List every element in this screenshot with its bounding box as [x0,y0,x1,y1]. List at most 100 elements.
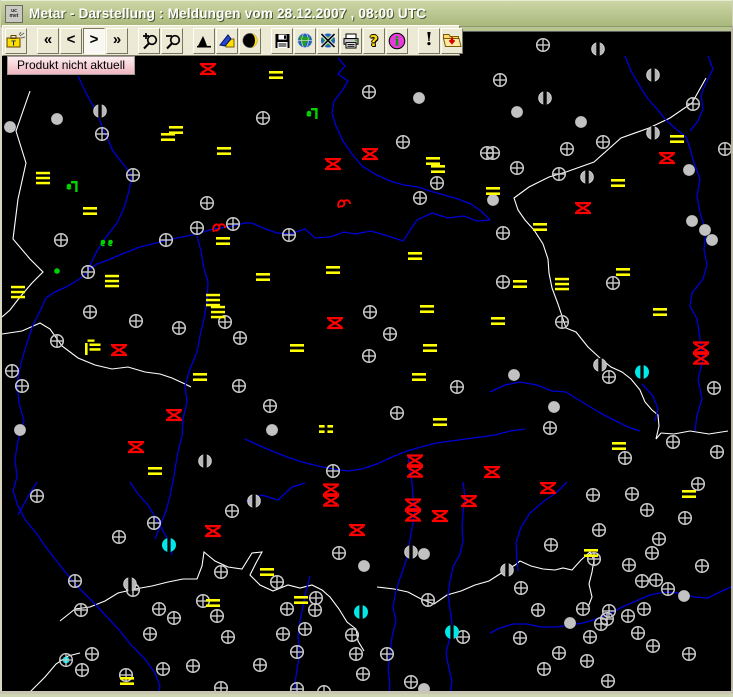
river [245,213,490,241]
globe-off-button[interactable] [317,28,339,54]
overcast-symbol [686,215,698,227]
station-circle-symbol [264,400,277,413]
obscured-station-symbol [94,104,107,118]
window-frame-left [0,25,2,691]
station-circle-symbol [222,631,235,644]
fog-symbol [11,286,25,299]
info-button[interactable]: i [386,28,408,54]
zoom-in-button[interactable] [138,28,160,54]
river [516,482,567,571]
special-report-small-symbol [60,654,73,667]
station-circle-symbol [291,646,304,659]
obscured-station-symbol [539,91,552,105]
station-circle-symbol [281,603,294,616]
station-circle-symbol [271,576,284,589]
prev-button[interactable]: < [60,28,82,54]
overcast-symbol [683,164,695,176]
river [690,56,713,131]
station-circle-symbol [69,575,82,588]
station-circle-symbol [333,547,346,560]
drizzle-rain-symbol [307,108,318,119]
station-circle-symbol [364,306,377,319]
freezing-drizzle-symbol [338,200,350,208]
heavy-snow-symbol [323,483,339,506]
snow-symbol [461,495,477,507]
station-circle-symbol [641,504,654,517]
mist-symbol [670,135,684,143]
mist-symbol [193,373,207,381]
station-circle-symbol [696,560,709,573]
alert-button[interactable]: ! [418,28,440,54]
station-circle-symbol [494,74,507,87]
snow-symbol [540,482,556,494]
station-circle-symbol [626,488,639,501]
last-button-glyph: » [113,32,121,47]
station-circle-symbol [597,136,610,149]
station-circle-symbol [277,628,290,641]
station-circle-symbol [113,531,126,544]
station-circle-symbol [577,603,590,616]
station-circle-symbol [127,169,140,182]
zoom-out-button[interactable] [161,28,183,54]
snow-symbol [575,202,591,214]
overcast-symbol [511,106,523,118]
obscured-station-symbol [248,494,261,508]
first-button[interactable]: « [37,28,59,54]
station-circle-symbol [646,547,659,560]
save-button[interactable] [271,28,293,54]
next-button[interactable]: > [83,28,105,54]
station-circle-symbol [148,517,161,530]
new-product-button[interactable]: T [5,28,27,54]
obscured-station-symbol [647,68,660,82]
station-circle-symbol [584,631,597,644]
mist-symbol [433,418,447,426]
drizzle-symbol [101,240,113,246]
snow-symbol [200,63,216,75]
globe-icon [296,32,314,49]
country-border [661,431,728,434]
metar-window: { "window": { "title": "Metar - Darstell… [0,0,733,694]
toolbar-separator [184,26,193,55]
weather-map[interactable] [2,31,731,692]
last-button[interactable]: » [106,28,128,54]
mist-symbol [161,133,175,141]
print-button[interactable] [340,28,362,54]
mist-symbol [653,308,667,316]
moon-icon [241,32,259,49]
archive-button[interactable] [441,28,463,54]
mist-symbol [408,252,422,260]
mist-symbol [420,305,434,313]
mist-symbol [290,344,304,352]
station-circle-symbol [553,168,566,181]
station-circle-symbol [215,566,228,579]
station-circle-symbol [187,660,200,673]
mist-symbol [169,126,183,134]
mist-symbol [256,273,270,281]
station-circle-symbol [96,128,109,141]
mist-symbol [423,344,437,352]
svg-text:T: T [11,39,16,48]
station-circle-symbol [157,663,170,676]
fog-symbol [211,306,225,319]
river [490,586,731,633]
station-circle-symbol [537,39,550,52]
station-circle-symbol [144,628,157,641]
moon-button[interactable] [239,28,261,54]
map-canvas [2,32,731,692]
station-circle-symbol [497,227,510,240]
station-circle-symbol [515,582,528,595]
layers-button[interactable] [216,28,238,54]
snow-symbol [432,510,448,522]
station-circle-symbol [619,452,632,465]
fog-symbol [206,294,220,307]
station-circle-symbol [623,559,636,572]
alert-icon: ! [425,29,433,50]
station-circle-symbol [51,335,64,348]
station-circle-symbol [708,382,721,395]
help-button[interactable]: ? [363,28,385,54]
chart-button[interactable] [193,28,215,54]
mist-symbol [682,490,696,498]
globe-button[interactable] [294,28,316,54]
station-circle-symbol [309,604,322,617]
station-circle-symbol [532,604,545,617]
